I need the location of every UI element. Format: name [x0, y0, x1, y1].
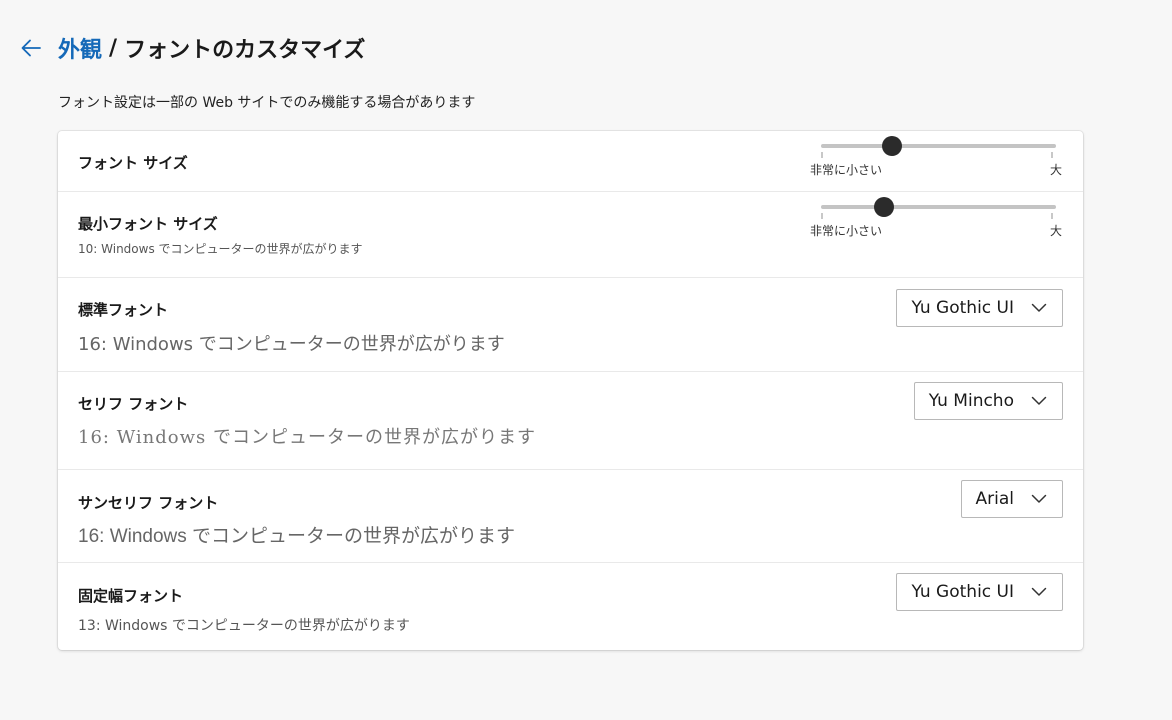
chevron-down-icon: [1030, 395, 1048, 407]
font-size-label: フォント サイズ: [78, 154, 188, 172]
min-font-size-slider[interactable]: 非常に小さい 大: [810, 192, 1066, 240]
font-settings-note: フォント設定は一部の Web サイトでのみ機能する場合があります: [58, 95, 476, 111]
fixed-width-font-row: 固定幅フォント 13: Windows でコンピューターの世界が広がります Yu…: [58, 563, 1083, 650]
min-font-size-preview: 10: Windows でコンピューターの世界が広がります: [78, 242, 363, 256]
select-value: Yu Gothic UI: [911, 582, 1014, 602]
slider-tick-max: [1051, 213, 1053, 219]
slider-track[interactable]: [821, 144, 1056, 148]
slider-tick-min: [821, 213, 823, 219]
page-title: フォントのカスタマイズ: [124, 38, 366, 63]
slider-thumb[interactable]: [874, 197, 895, 217]
serif-font-preview: 16: Windows でコンピューターの世界が広がります: [78, 427, 536, 448]
breadcrumb-appearance-link[interactable]: 外観: [58, 32, 102, 64]
chevron-down-icon: [1030, 586, 1048, 598]
back-button[interactable]: [18, 35, 44, 61]
breadcrumb-separator: /: [109, 35, 118, 61]
standard-font-select[interactable]: Yu Gothic UI: [896, 289, 1063, 327]
slider-thumb[interactable]: [881, 136, 902, 156]
min-font-size-row: 最小フォント サイズ 10: Windows でコンピューターの世界が広がります…: [58, 192, 1083, 278]
font-settings-card: フォント サイズ 非常に小さい 大 最小フォント サイズ 10: Windows…: [58, 131, 1083, 650]
page-header: 外観 / フォントのカスタマイズ: [18, 30, 365, 66]
slider-tick-max: [1051, 152, 1053, 158]
sans-serif-font-preview: 16: Windows でコンピューターの世界が広がります: [78, 526, 516, 547]
slider-track[interactable]: [821, 205, 1056, 209]
serif-font-row: セリフ フォント 16: Windows でコンピューターの世界が広がります Y…: [58, 372, 1083, 470]
sans-serif-font-label: サンセリフ フォント: [78, 494, 219, 512]
standard-font-row: 標準フォント 16: Windows でコンピューターの世界が広がります Yu …: [58, 278, 1083, 372]
fixed-width-font-select[interactable]: Yu Gothic UI: [896, 573, 1063, 611]
fixed-width-font-label: 固定幅フォント: [78, 587, 184, 605]
select-value: Arial: [975, 489, 1014, 509]
standard-font-label: 標準フォント: [78, 301, 169, 319]
font-size-row: フォント サイズ 非常に小さい 大: [58, 131, 1083, 192]
fixed-width-font-preview: 13: Windows でコンピューターの世界が広がります: [78, 618, 410, 634]
slider-min-label: 非常に小さい: [810, 224, 883, 238]
font-size-slider[interactable]: 非常に小さい 大: [810, 131, 1066, 179]
select-value: Yu Mincho: [928, 391, 1014, 411]
select-value: Yu Gothic UI: [911, 298, 1014, 318]
slider-max-label: 大: [1050, 163, 1063, 177]
slider-max-label: 大: [1050, 224, 1063, 238]
slider-min-label: 非常に小さい: [810, 163, 883, 177]
serif-font-label: セリフ フォント: [78, 395, 189, 413]
slider-tick-min: [821, 152, 823, 158]
serif-font-select[interactable]: Yu Mincho: [913, 382, 1063, 420]
chevron-down-icon: [1030, 302, 1048, 314]
arrow-left-icon: [21, 39, 41, 57]
sans-serif-font-row: サンセリフ フォント 16: Windows でコンピューターの世界が広がります…: [58, 470, 1083, 563]
standard-font-preview: 16: Windows でコンピューターの世界が広がります: [78, 334, 505, 355]
min-font-size-label: 最小フォント サイズ: [78, 215, 218, 233]
chevron-down-icon: [1030, 493, 1048, 505]
sans-serif-font-select[interactable]: Arial: [960, 480, 1063, 518]
breadcrumb: 外観 / フォントのカスタマイズ: [58, 32, 365, 64]
